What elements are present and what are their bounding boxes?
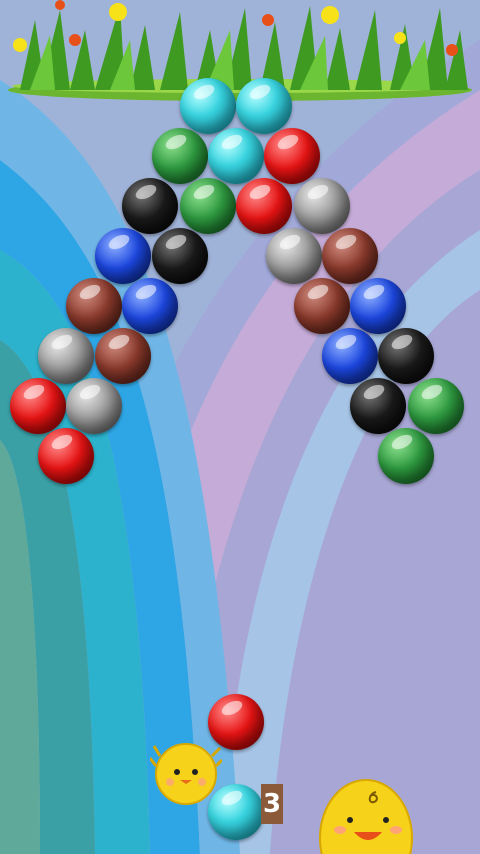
bubble-green xyxy=(378,428,434,484)
bubble-brown xyxy=(294,278,350,334)
bubble-green xyxy=(408,378,464,434)
bubble-blue xyxy=(122,278,178,334)
bubble-black xyxy=(152,228,208,284)
bubble-gray xyxy=(66,378,122,434)
bubble-red xyxy=(264,128,320,184)
bubble-cyan xyxy=(180,78,236,134)
remaining-count: 3 xyxy=(261,784,283,824)
bubble-black xyxy=(122,178,178,234)
bubble-green xyxy=(152,128,208,184)
bubble-blue xyxy=(350,278,406,334)
bubble-blue xyxy=(95,228,151,284)
smiling-chick-icon xyxy=(319,779,413,854)
loaded-bubble xyxy=(208,694,264,750)
bubble-cyan xyxy=(236,78,292,134)
bubble-brown xyxy=(66,278,122,334)
bubble-gray xyxy=(266,228,322,284)
bubble-gray xyxy=(38,328,94,384)
bubble-green xyxy=(180,178,236,234)
game-stage[interactable]: 3 xyxy=(0,0,480,854)
bubble-red xyxy=(10,378,66,434)
bubble-brown xyxy=(95,328,151,384)
bubble-gray xyxy=(294,178,350,234)
bubble-blue xyxy=(322,328,378,384)
bubble-brown xyxy=(322,228,378,284)
bubble-cyan xyxy=(208,128,264,184)
next-bubble[interactable] xyxy=(208,784,264,840)
bubble-black xyxy=(350,378,406,434)
bubble-red xyxy=(38,428,94,484)
bubble-black xyxy=(378,328,434,384)
bubble-red xyxy=(236,178,292,234)
